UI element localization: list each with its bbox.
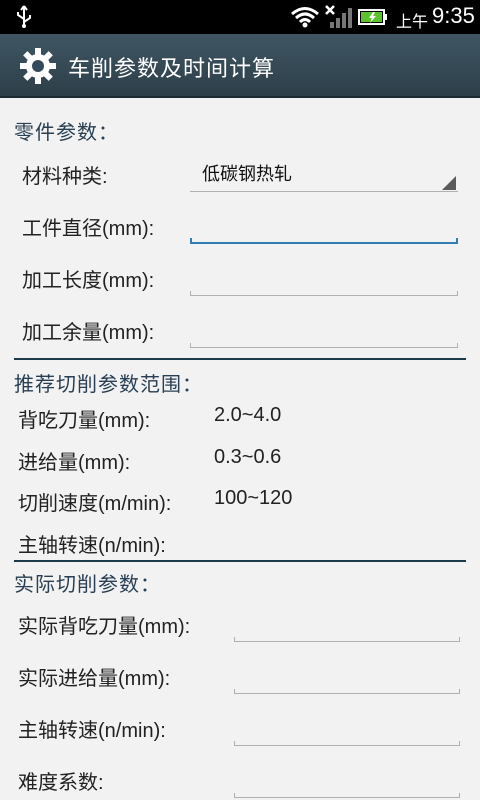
actual-header: 实际切削参数： [14, 572, 161, 596]
divider [14, 560, 466, 562]
material-spinner[interactable]: 低碳钢热轧 [190, 152, 458, 192]
wifi-icon [291, 7, 319, 28]
status-ampm: 上午 [396, 12, 429, 31]
allowance-input[interactable] [192, 312, 456, 346]
signal-icon [325, 5, 352, 28]
usb-icon [17, 5, 31, 28]
rec-speed-value: 100~120 [214, 487, 293, 509]
diameter-label: 工件直径(mm): [22, 218, 155, 240]
allowance-field-wrap [190, 312, 458, 348]
status-clock: 9:35 [432, 3, 475, 28]
rec-feed-label: 进给量(mm): [18, 452, 131, 474]
difficulty-field-wrap [234, 762, 460, 798]
difficulty-label: 难度系数: [18, 772, 104, 794]
actual-feed-label: 实际进给量(mm): [18, 668, 171, 690]
allowance-label: 加工余量(mm): [22, 322, 155, 344]
gear-icon [20, 48, 56, 84]
battery-icon [358, 9, 387, 25]
rec-depth-label: 背吃刀量(mm): [18, 410, 151, 432]
actual-rpm-input[interactable] [236, 710, 458, 744]
rec-depth-value: 2.0~4.0 [214, 404, 282, 426]
actual-depth-field-wrap [234, 606, 460, 642]
diameter-field-wrap [190, 208, 458, 244]
diameter-input[interactable] [192, 208, 456, 242]
material-value: 低碳钢热轧 [202, 164, 292, 185]
actual-feed-field-wrap [234, 658, 460, 694]
rec-speed-label: 切削速度(m/min): [18, 493, 172, 515]
actual-rpm-label: 主轴转速(n/min): [18, 720, 166, 742]
difficulty-input[interactable] [236, 762, 458, 796]
rec-feed-value: 0.3~0.6 [214, 446, 282, 468]
actual-depth-input[interactable] [236, 606, 458, 640]
rec-rpm-label: 主轴转速(n/min): [18, 535, 166, 557]
status-bar: 上午 9:35 [0, 0, 480, 34]
part-params-header: 零件参数： [14, 120, 119, 144]
length-input[interactable] [192, 260, 456, 294]
actual-rpm-field-wrap [234, 710, 460, 746]
divider [14, 358, 466, 360]
actual-feed-input[interactable] [236, 658, 458, 692]
length-label: 加工长度(mm): [22, 270, 155, 292]
actual-depth-label: 实际背吃刀量(mm): [18, 616, 191, 638]
recommended-header: 推荐切削参数范围： [14, 372, 203, 396]
material-label: 材料种类: [22, 166, 108, 188]
dropdown-arrow-icon [442, 176, 456, 190]
page-title: 车削参数及时间计算 [68, 57, 276, 82]
length-field-wrap [190, 260, 458, 296]
title-bar: 车削参数及时间计算 [0, 34, 480, 98]
